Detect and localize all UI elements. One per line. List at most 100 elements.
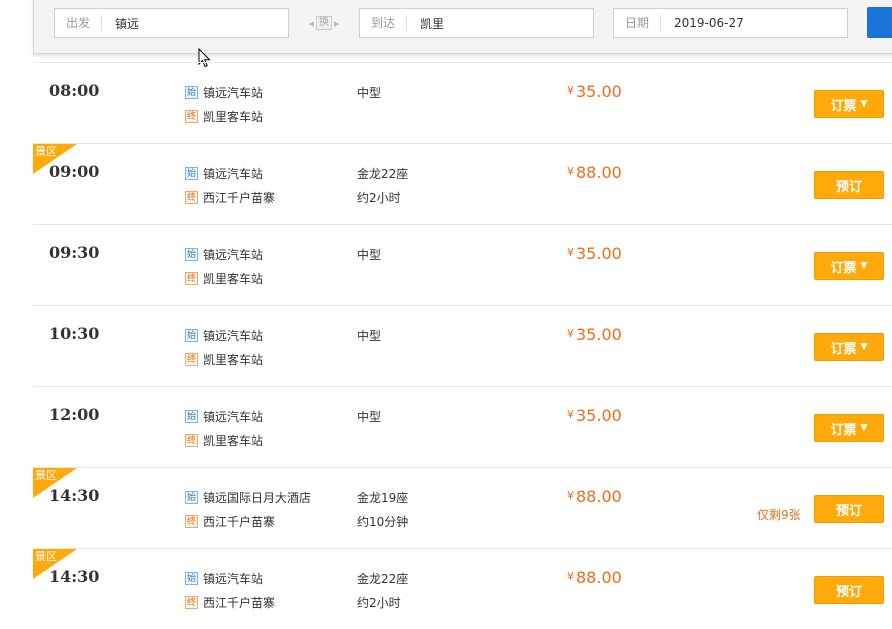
currency-symbol: ¥ <box>567 570 574 583</box>
book-button[interactable]: 预订 <box>814 495 884 523</box>
end-station-icon: 终 <box>185 353 198 366</box>
price-value: 35.00 <box>576 244 622 263</box>
trip-row: 08:00 始 镇远汽车站 终 凯里客车站 中型 ¥35.00 订票 ▼ <box>33 62 892 143</box>
arrival-station: 终 西江千户苗寨 <box>185 513 275 530</box>
end-station-icon: 终 <box>185 110 198 123</box>
currency-symbol: ¥ <box>567 408 574 421</box>
search-panel: 出发 镇远 ◂ 换 ▸ 到达 凯里 日期 2019-06-27 <box>33 0 892 54</box>
trip-duration: 约2小时 <box>357 596 401 610</box>
trip-row: 景区 14:30 始 镇远国际日月大酒店 终 西江千户苗寨 金龙19座 约10分钟… <box>33 467 892 548</box>
arrow-left-icon: ◂ <box>308 16 314 30</box>
ticket-price: ¥88.00 <box>567 163 622 182</box>
trip-row: 09:30 始 镇远汽车站 终 凯里客车站 中型 ¥35.00 订票 ▼ <box>33 224 892 305</box>
arrow-right-icon: ▸ <box>334 16 340 30</box>
departure-station-label: 镇远汽车站 <box>203 329 264 343</box>
book-button-label: 订票 <box>830 422 857 438</box>
departure-time: 12:00 <box>49 405 100 424</box>
ticket-price: ¥88.00 <box>567 568 622 587</box>
departure-station-label: 镇远汽车站 <box>203 167 264 181</box>
departure-station: 始 镇远汽车站 <box>185 408 263 425</box>
vehicle-type: 中型 <box>357 248 382 262</box>
price-value: 88.00 <box>576 487 622 506</box>
ticket-price: ¥88.00 <box>567 487 622 506</box>
arrival-station-label: 凯里客车站 <box>203 434 264 448</box>
departure-station: 始 镇远汽车站 <box>185 84 263 101</box>
book-button[interactable]: 订票 ▼ <box>814 333 884 361</box>
departure-station: 始 镇远国际日月大酒店 <box>185 489 311 506</box>
vehicle-type: 金龙19座 <box>357 491 409 505</box>
date-field[interactable]: 日期 2019-06-27 <box>613 8 848 38</box>
arrival-station: 终 凯里客车站 <box>185 108 263 125</box>
book-button-label: 订票 <box>830 98 857 114</box>
end-station-icon: 终 <box>185 515 198 528</box>
departure-station-label: 镇远汽车站 <box>203 248 264 262</box>
departure-station: 始 镇远汽车站 <box>185 570 263 587</box>
book-button[interactable]: 预订 <box>814 171 884 199</box>
start-station-icon: 始 <box>185 329 198 342</box>
scenic-tag-label: 景区 <box>35 145 57 158</box>
scenic-tag-label: 景区 <box>35 550 57 563</box>
departure-value[interactable]: 镇远 <box>102 15 139 32</box>
departure-station: 始 镇远汽车站 <box>185 327 263 344</box>
trip-list: 08:00 始 镇远汽车站 终 凯里客车站 中型 ¥35.00 订票 ▼ 景区 09… <box>33 62 892 629</box>
arrival-station-label: 西江千户苗寨 <box>203 596 276 610</box>
vehicle-type: 中型 <box>357 86 382 100</box>
departure-time: 09:30 <box>49 243 100 262</box>
end-station-icon: 终 <box>185 434 198 447</box>
ticket-price: ¥35.00 <box>567 406 622 425</box>
caret-down-icon: ▼ <box>860 342 868 352</box>
departure-time: 08:00 <box>49 81 100 100</box>
departure-station-label: 镇远国际日月大酒店 <box>203 491 312 505</box>
arrival-station: 终 凯里客车站 <box>185 351 263 368</box>
departure-field[interactable]: 出发 镇远 <box>54 8 289 38</box>
ticket-price: ¥35.00 <box>567 325 622 344</box>
book-button-label: 订票 <box>830 341 857 357</box>
start-station-icon: 始 <box>185 248 198 261</box>
end-station-icon: 终 <box>185 191 198 204</box>
book-button[interactable]: 订票 ▼ <box>814 90 884 118</box>
book-button[interactable]: 订票 ▼ <box>814 252 884 280</box>
trip-row: 景区 14:30 始 镇远汽车站 终 西江千户苗寨 金龙22座 约2小时 ¥88.… <box>33 548 892 629</box>
currency-symbol: ¥ <box>567 165 574 178</box>
date-label: 日期 <box>614 15 662 31</box>
start-station-icon: 始 <box>185 491 198 504</box>
scenic-tag-label: 景区 <box>35 469 57 482</box>
departure-time: 09:00 <box>49 162 100 181</box>
price-value: 88.00 <box>576 568 622 587</box>
book-button-label: 订票 <box>830 260 857 276</box>
departure-label: 出发 <box>55 15 103 31</box>
vehicle-type: 中型 <box>357 329 382 343</box>
arrival-station-label: 凯里客车站 <box>203 272 264 286</box>
book-button[interactable]: 预订 <box>814 576 884 604</box>
departure-station-label: 镇远汽车站 <box>203 410 264 424</box>
book-button-label: 预订 <box>835 584 862 600</box>
caret-down-icon: ▼ <box>860 423 868 433</box>
remaining-tickets: 仅剩9张 <box>757 508 801 522</box>
search-button[interactable] <box>867 7 892 38</box>
departure-station: 始 镇远汽车站 <box>185 246 263 263</box>
arrival-station: 终 西江千户苗寨 <box>185 189 275 206</box>
arrival-value[interactable]: 凯里 <box>407 15 444 32</box>
swap-icon: 换 <box>316 16 332 30</box>
price-value: 88.00 <box>576 163 622 182</box>
departure-time: 10:30 <box>49 324 100 343</box>
currency-symbol: ¥ <box>567 489 574 502</box>
swap-button[interactable]: ◂ 换 ▸ <box>306 15 342 31</box>
arrival-station-label: 西江千户苗寨 <box>203 515 276 529</box>
price-value: 35.00 <box>576 406 622 425</box>
arrival-field[interactable]: 到达 凯里 <box>359 8 594 38</box>
trip-row: 10:30 始 镇远汽车站 终 凯里客车站 中型 ¥35.00 订票 ▼ <box>33 305 892 386</box>
arrival-station-label: 西江千户苗寨 <box>203 191 276 205</box>
vehicle-type: 金龙22座 <box>357 167 409 181</box>
start-station-icon: 始 <box>185 86 198 99</box>
trip-duration: 约2小时 <box>357 191 401 205</box>
ticket-price: ¥35.00 <box>567 82 622 101</box>
vehicle-type: 金龙22座 <box>357 572 409 586</box>
book-button[interactable]: 订票 ▼ <box>814 414 884 442</box>
caret-down-icon: ▼ <box>860 261 868 271</box>
start-station-icon: 始 <box>185 410 198 423</box>
book-button-label: 预订 <box>835 179 862 195</box>
start-station-icon: 始 <box>185 572 198 585</box>
currency-symbol: ¥ <box>567 246 574 259</box>
date-value[interactable]: 2019-06-27 <box>661 16 744 30</box>
